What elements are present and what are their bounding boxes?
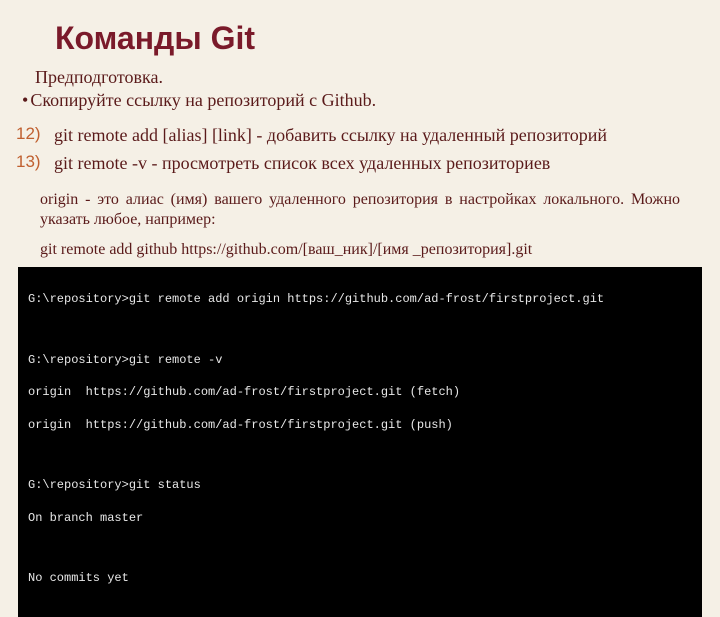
prep-heading: Предподготовка.	[35, 67, 720, 88]
terminal-line: G:\repository>git status	[28, 477, 692, 493]
note-example: git remote add github https://github.com…	[40, 241, 680, 259]
terminal-line: origin https://github.com/ad-frost/first…	[28, 417, 692, 433]
item-text: git remote -v - просмотреть список всех …	[48, 151, 690, 175]
terminal-line: G:\repository>git remote -v	[28, 352, 692, 368]
terminal-line: On branch master	[28, 510, 692, 526]
terminal-line: G:\repository>git remote add origin http…	[28, 291, 692, 307]
item-text: git remote add [alias] [link] - добавить…	[48, 123, 690, 147]
terminal-line: origin https://github.com/ad-frost/first…	[28, 384, 692, 400]
item-number: 13)	[16, 151, 48, 175]
list-item: 12) git remote add [alias] [link] - доба…	[16, 123, 690, 147]
bullet-instruction: Скопируйте ссылку на репозиторий с Githu…	[22, 90, 720, 111]
item-number: 12)	[16, 123, 48, 147]
terminal-line: No commits yet	[28, 570, 692, 586]
slide-title: Команды Git	[55, 20, 720, 57]
terminal-output: G:\repository>git remote add origin http…	[18, 267, 702, 616]
list-item: 13) git remote -v - просмотреть список в…	[16, 151, 690, 175]
note-paragraph: origin - это алиас (имя) вашего удаленно…	[40, 190, 680, 232]
